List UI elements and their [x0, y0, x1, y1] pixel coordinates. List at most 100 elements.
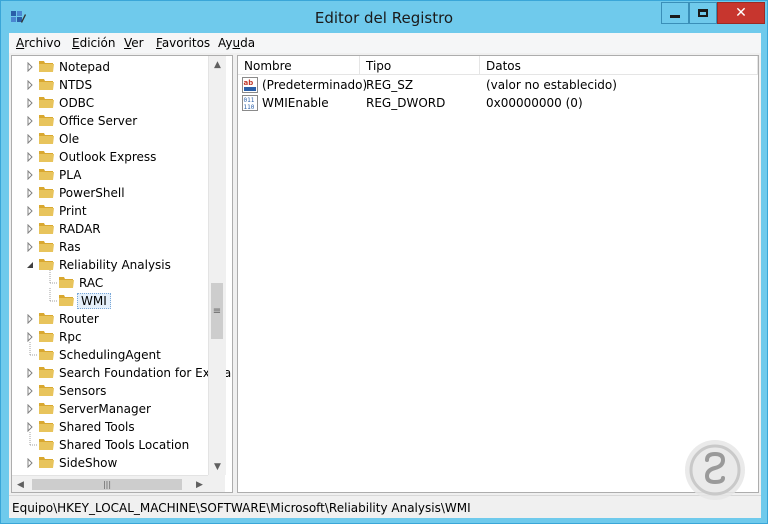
value-row[interactable]: 011 110 WMIEnable REG_DWORD 0x00000000 (…	[238, 94, 758, 112]
column-header-tipo[interactable]: Tipo	[360, 56, 480, 75]
tree-item[interactable]: Shared Tools	[12, 418, 212, 436]
tree-item[interactable]: SideShow	[12, 454, 212, 472]
close-button[interactable]: ✕	[717, 2, 765, 24]
collapsed-arrow-icon[interactable]	[25, 458, 35, 468]
tree-item[interactable]: Shared Tools Location	[12, 436, 212, 454]
tree-item[interactable]: Ras	[12, 238, 212, 256]
tree-item-label: Shared Tools Location	[59, 438, 190, 452]
expanded-arrow-icon[interactable]	[25, 260, 35, 270]
title-bar[interactable]: Editor del Registro ✕	[1, 1, 767, 33]
scroll-right-arrow-icon[interactable]: ▶	[191, 476, 208, 492]
minimize-button[interactable]	[661, 2, 689, 24]
column-header-datos[interactable]: Datos	[480, 56, 758, 75]
menu-ayuda-prefix: Ay	[218, 36, 233, 50]
menu-bar: Archivo Edición Ver Favoritos Ayuda	[9, 33, 761, 53]
collapsed-arrow-icon[interactable]	[25, 188, 35, 198]
value-row[interactable]: ab (Predeterminado) REG_SZ (valor no est…	[238, 76, 758, 94]
value-name: WMIEnable	[262, 96, 329, 110]
menu-edicion-label: dición	[79, 36, 116, 50]
tree-item-label: Rpc	[59, 330, 82, 344]
grip-icon: |||	[102, 480, 112, 489]
tree-item-label: Print	[59, 204, 87, 218]
tree-item-label: Outlook Express	[59, 150, 157, 164]
value-type: REG_SZ	[366, 78, 414, 92]
tree-item[interactable]: Router	[12, 310, 212, 328]
tree-item[interactable]: WMI	[12, 292, 212, 310]
tree-item[interactable]: Outlook Express	[12, 148, 212, 166]
collapsed-arrow-icon[interactable]	[25, 224, 35, 234]
folder-icon	[39, 205, 54, 216]
menu-ayuda-label: da	[240, 36, 256, 50]
collapsed-arrow-icon[interactable]	[25, 62, 35, 72]
tree-item-label: Search Foundation for Excha	[59, 366, 232, 380]
tree-item[interactable]: Ole	[12, 130, 212, 148]
tree-item[interactable]: SchedulingAgent	[12, 346, 212, 364]
tree-item[interactable]: Search Foundation for Excha	[12, 364, 231, 382]
svg-text:011: 011	[244, 97, 255, 104]
tree-item-label: Sensors	[59, 384, 107, 398]
watermark-logo-icon	[685, 440, 745, 500]
collapsed-arrow-icon[interactable]	[25, 242, 35, 252]
tree-item[interactable]: NTDS	[12, 76, 212, 94]
collapsed-arrow-icon[interactable]	[25, 80, 35, 90]
tree-item[interactable]: RADAR	[12, 220, 212, 238]
collapsed-arrow-icon[interactable]	[25, 422, 35, 432]
tree-item[interactable]: PowerShell	[12, 184, 212, 202]
tree-item[interactable]: Reliability Analysis	[12, 256, 212, 274]
vertical-scroll-thumb[interactable]: ≡	[211, 283, 223, 339]
collapsed-arrow-icon[interactable]	[25, 206, 35, 216]
tree-item[interactable]: RAC	[12, 274, 212, 292]
tree-item[interactable]: Office Server	[12, 112, 212, 130]
scroll-down-arrow-icon[interactable]: ▼	[209, 458, 226, 475]
collapsed-arrow-icon[interactable]	[25, 404, 35, 414]
folder-icon	[39, 133, 54, 144]
menu-archivo[interactable]: Archivo	[16, 36, 61, 50]
menu-edicion[interactable]: Edición	[72, 36, 115, 50]
svg-text:ab: ab	[244, 79, 254, 87]
menu-edicion-accel: E	[72, 36, 80, 50]
registry-key-tree[interactable]: Notepad NTDS ODBC Office Server Ole Outlook E…	[11, 55, 233, 493]
maximize-button[interactable]	[689, 2, 717, 24]
collapsed-arrow-icon[interactable]	[25, 368, 35, 378]
folder-icon	[39, 331, 54, 342]
collapsed-arrow-icon[interactable]	[25, 116, 35, 126]
tree-vertical-scrollbar[interactable]: ▲ ≡ ▼	[208, 56, 226, 475]
collapsed-arrow-icon[interactable]	[25, 134, 35, 144]
folder-icon	[39, 169, 54, 180]
value-type: REG_DWORD	[366, 96, 446, 110]
tree-item[interactable]: PLA	[12, 166, 212, 184]
folder-icon	[39, 457, 54, 468]
tree-item[interactable]: Rpc	[12, 328, 212, 346]
column-header-nombre[interactable]: Nombre	[238, 56, 360, 75]
menu-favoritos[interactable]: Favoritos	[156, 36, 210, 50]
tree-item[interactable]: Sensors	[12, 382, 212, 400]
tree-item[interactable]: ODBC	[12, 94, 212, 112]
tree-item[interactable]: Notepad	[12, 58, 212, 76]
window-title: Editor del Registro	[314, 9, 454, 27]
horizontal-scroll-thumb[interactable]: |||	[32, 479, 182, 490]
client-area: Notepad NTDS ODBC Office Server Ole Outlook E…	[9, 53, 761, 495]
collapsed-arrow-icon[interactable]	[25, 170, 35, 180]
folder-icon	[39, 223, 54, 234]
collapsed-arrow-icon[interactable]	[25, 152, 35, 162]
value-data: 0x00000000 (0)	[486, 96, 583, 110]
tree-item[interactable]: ServerManager	[12, 400, 212, 418]
folder-icon	[39, 61, 54, 72]
registry-values-list[interactable]: Nombre Tipo Datos ab (Predeterminado) RE…	[237, 55, 759, 493]
scroll-up-arrow-icon[interactable]: ▲	[209, 56, 226, 73]
tree-horizontal-scrollbar[interactable]: ◀ ||| ▶	[12, 475, 208, 492]
menu-ver[interactable]: Ver	[124, 36, 144, 50]
folder-icon	[59, 295, 74, 306]
collapsed-arrow-icon[interactable]	[25, 386, 35, 396]
collapsed-arrow-icon[interactable]	[25, 332, 35, 342]
tree-item-label: WMI	[77, 293, 111, 309]
collapsed-arrow-icon[interactable]	[25, 98, 35, 108]
tree-item[interactable]: Print	[12, 202, 212, 220]
collapsed-arrow-icon[interactable]	[25, 314, 35, 324]
grip-icon: ≡	[212, 305, 222, 317]
folder-icon	[39, 403, 54, 414]
folder-icon	[39, 97, 54, 108]
menu-ayuda[interactable]: Ayuda	[218, 36, 255, 50]
scroll-left-arrow-icon[interactable]: ◀	[12, 476, 29, 492]
tree-item-label: SideShow	[59, 456, 118, 470]
